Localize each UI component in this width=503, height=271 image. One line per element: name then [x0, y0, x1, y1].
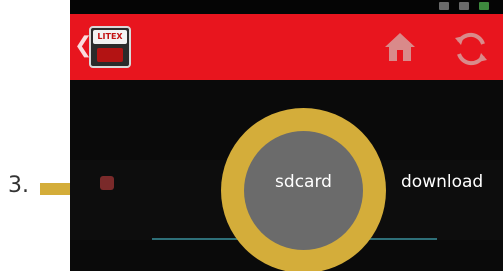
app-action-bar: ❮ LITEX [70, 14, 503, 80]
signal-icon [459, 2, 469, 10]
home-icon[interactable] [383, 30, 417, 64]
step-number-label: 3. [8, 173, 29, 198]
breadcrumb-sdcard[interactable]: sdcard [244, 171, 363, 193]
folder-icon[interactable] [100, 176, 114, 190]
breadcrumb-download[interactable]: download [401, 171, 483, 193]
battery-icon [479, 2, 489, 10]
notification-icon [439, 2, 449, 10]
app-logo-base [97, 48, 123, 62]
app-logo[interactable]: LITEX [89, 26, 131, 68]
status-bar [70, 0, 503, 14]
app-logo-text: LITEX [93, 30, 127, 44]
refresh-icon[interactable] [452, 30, 490, 68]
device-screen: ❮ LITEX sdcard download [70, 0, 503, 271]
